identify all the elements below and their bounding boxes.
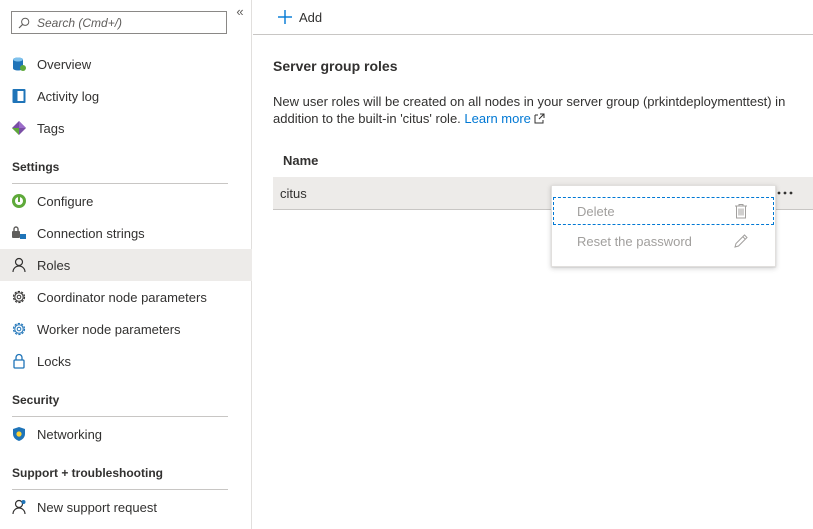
sidebar-item-label: New support request	[37, 499, 157, 515]
section-header-support: Support + troubleshooting	[12, 466, 163, 480]
sidebar-item-label: Configure	[37, 193, 94, 209]
external-link-icon	[534, 113, 545, 124]
add-button[interactable]: Add	[277, 7, 322, 27]
shield-icon	[11, 426, 27, 442]
sidebar-item-label: Coordinator node parameters	[37, 289, 207, 305]
menu-item-reset-password[interactable]: Reset the password	[552, 226, 775, 256]
plus-icon	[278, 10, 292, 24]
activity-log-icon	[11, 88, 27, 104]
support-person-icon	[11, 499, 27, 515]
row-context-menu: Delete Reset the password	[551, 185, 776, 267]
learn-more-label: Learn more	[464, 111, 531, 126]
menu-item-delete[interactable]: Delete	[552, 196, 775, 226]
ellipsis-icon	[777, 191, 793, 195]
page-title: Server group roles	[273, 58, 398, 74]
pencil-icon	[733, 233, 749, 249]
sidebar-item-tags[interactable]: Tags	[0, 112, 252, 144]
search-input[interactable]	[37, 15, 217, 30]
menu-item-label: Reset the password	[577, 233, 692, 249]
sidebar-item-label: Roles	[37, 257, 71, 273]
section-header-security: Security	[12, 393, 60, 407]
sidebar-item-activity-log[interactable]: Activity log	[0, 80, 252, 112]
section-divider	[12, 183, 228, 184]
command-bar: Add	[253, 0, 813, 35]
sidebar-item-label: Worker node parameters	[37, 321, 181, 337]
sidebar-item-new-support-request[interactable]: New support request	[0, 491, 252, 523]
search-icon	[18, 17, 30, 28]
sidebar-item-label: Locks	[37, 353, 71, 369]
collapse-menu-button[interactable]: «	[233, 5, 247, 19]
sidebar-item-label: Tags	[37, 120, 65, 136]
tag-icon	[11, 120, 27, 136]
resource-menu-sidebar: « Overview Activity log	[0, 0, 252, 529]
trash-icon	[733, 203, 749, 219]
connection-strings-icon	[11, 225, 27, 241]
sidebar-item-worker-node-parameters[interactable]: Worker node parameters	[0, 313, 252, 345]
database-icon	[11, 56, 27, 72]
column-header-name[interactable]: Name	[283, 153, 318, 168]
gear-icon	[11, 321, 27, 337]
sidebar-item-label: Networking	[37, 426, 103, 442]
sidebar-item-connection-strings[interactable]: Connection strings	[0, 217, 252, 249]
description-text: New user roles will be created on all no…	[273, 93, 793, 127]
person-icon	[11, 257, 27, 273]
sidebar-item-locks[interactable]: Locks	[0, 345, 252, 377]
section-divider	[12, 489, 228, 490]
menu-item-label: Delete	[577, 203, 615, 219]
more-actions-button[interactable]	[775, 185, 795, 201]
sidebar-item-label: Activity log	[37, 88, 100, 104]
sidebar-item-roles[interactable]: Roles	[0, 249, 252, 281]
sidebar-item-configure[interactable]: Configure	[0, 185, 252, 217]
sidebar-item-coordinator-node-parameters[interactable]: Coordinator node parameters	[0, 281, 252, 313]
section-divider	[12, 416, 228, 417]
search-box[interactable]	[11, 11, 227, 34]
sidebar-item-networking[interactable]: Networking	[0, 418, 252, 450]
sidebar-item-label: Connection strings	[37, 225, 145, 241]
configure-icon	[11, 193, 27, 209]
sidebar-item-overview[interactable]: Overview	[0, 48, 252, 80]
lock-icon	[11, 353, 27, 369]
sidebar-item-label: Overview	[37, 56, 92, 72]
learn-more-link[interactable]: Learn more	[464, 111, 545, 126]
add-button-label: Add	[299, 9, 323, 25]
role-name-cell: citus	[280, 186, 307, 201]
section-header-settings: Settings	[12, 160, 60, 174]
gear-icon	[11, 289, 27, 305]
